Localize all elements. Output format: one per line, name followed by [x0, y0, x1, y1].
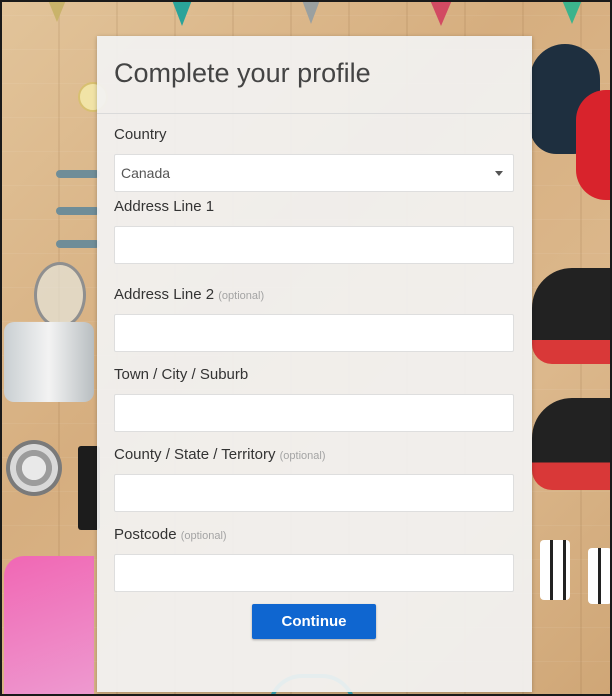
pennant-decoration	[48, 0, 66, 22]
county-input[interactable]	[114, 474, 514, 512]
knife-decoration	[56, 207, 100, 215]
optional-hint: (optional)	[180, 530, 227, 542]
sweatband-decoration	[540, 540, 570, 600]
postcode-input[interactable]	[114, 554, 514, 592]
postcode-label: Postcode	[114, 526, 177, 543]
paddle-decoration	[576, 90, 612, 200]
shoe-decoration	[532, 398, 612, 490]
address-line-2-label: Address Line 2	[114, 286, 215, 303]
postcode-label-row: Postcode (optional)	[114, 524, 514, 546]
address-line-1-input[interactable]	[114, 226, 514, 264]
pennant-decoration	[562, 0, 582, 24]
strainer-decoration	[34, 262, 86, 328]
optional-hint: (optional)	[279, 450, 326, 462]
country-label: Country	[114, 126, 167, 143]
country-select-value: Canada	[121, 165, 171, 181]
town-input[interactable]	[114, 394, 514, 432]
address-line-2-field: Address Line 2 (optional)	[114, 284, 514, 352]
optional-hint: (optional)	[218, 290, 265, 302]
town-field: Town / City / Suburb	[114, 364, 514, 432]
address-line-1-label: Address Line 1	[114, 198, 215, 215]
continue-button[interactable]: Continue	[252, 604, 376, 639]
county-label: County / State / Territory	[114, 446, 276, 463]
pennant-decoration	[430, 0, 452, 26]
country-select[interactable]: Canada	[114, 154, 514, 192]
form-title: Complete your profile	[97, 36, 532, 114]
jar-decoration	[4, 322, 94, 402]
address-line-2-input[interactable]	[114, 314, 514, 352]
county-label-row: County / State / Territory (optional)	[114, 444, 514, 466]
country-field: Country Canada	[114, 124, 514, 192]
town-label: Town / City / Suburb	[114, 366, 249, 383]
pink-shirt-decoration	[4, 556, 94, 696]
gear-cassette-decoration	[6, 440, 62, 496]
shoe-decoration	[532, 268, 612, 364]
profile-form-card: Complete your profile Country Canada Add…	[97, 36, 532, 692]
postcode-field: Postcode (optional)	[114, 524, 514, 592]
county-field: County / State / Territory (optional)	[114, 444, 514, 512]
pennant-decoration	[172, 0, 192, 26]
pennant-decoration	[302, 0, 320, 24]
address-line-1-field: Address Line 1	[114, 196, 514, 264]
sweatband-decoration	[588, 548, 612, 604]
chevron-down-icon	[495, 171, 503, 176]
address-line-2-label-row: Address Line 2 (optional)	[114, 284, 514, 306]
knife-decoration	[56, 240, 100, 248]
knife-decoration	[56, 170, 100, 178]
